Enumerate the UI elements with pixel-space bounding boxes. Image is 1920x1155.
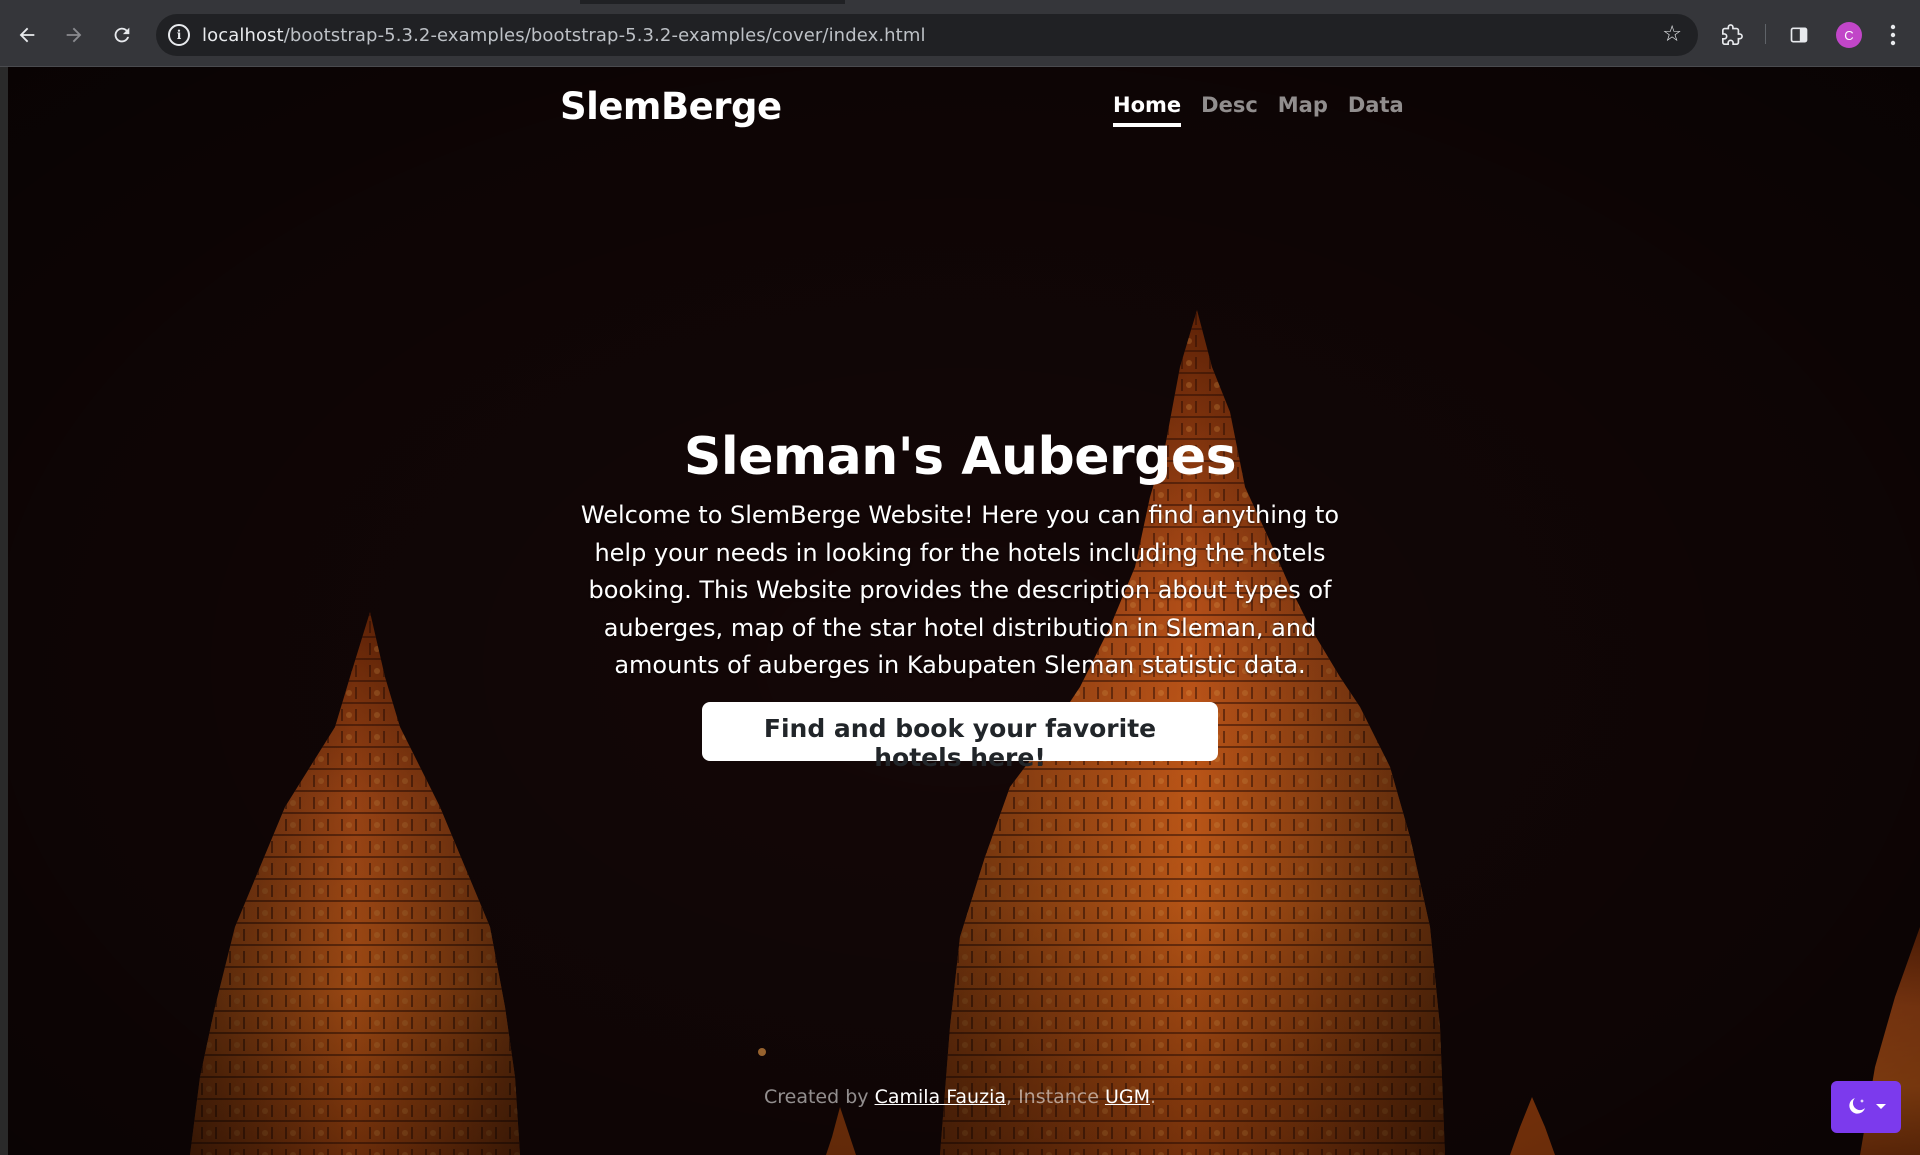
tab-edge bbox=[845, 0, 1920, 4]
info-icon[interactable]: i bbox=[168, 24, 190, 46]
reload-icon bbox=[114, 27, 130, 43]
star-icon[interactable]: ☆ bbox=[1662, 22, 1682, 46]
arrow-left-icon bbox=[19, 27, 35, 43]
main-nav: Home Desc Map Data bbox=[1113, 93, 1404, 127]
profile-avatar[interactable]: C bbox=[1836, 22, 1862, 48]
browser-menu-button[interactable] bbox=[1875, 17, 1911, 53]
cover-page: SlemBerge Home Desc Map Data Sleman's Au… bbox=[0, 67, 1920, 1155]
footer-suffix: . bbox=[1149, 1086, 1157, 1108]
puzzle-icon bbox=[1722, 24, 1743, 45]
url-path: /bootstrap-5.3.2-examples/bootstrap-5.3.… bbox=[283, 24, 926, 46]
footer-middle: , Instance bbox=[1006, 1086, 1105, 1108]
reload-button[interactable] bbox=[104, 17, 140, 53]
page-edge bbox=[0, 67, 8, 1155]
footer-prefix: Created by bbox=[763, 1086, 875, 1108]
footer: Created by Camila Fauzia, Instance UGM. bbox=[560, 1086, 1360, 1108]
kebab-menu-icon bbox=[1890, 24, 1896, 46]
author-link[interactable]: Camila Fauzia bbox=[875, 1086, 1006, 1108]
tab-edge bbox=[0, 0, 580, 4]
institution-link[interactable]: UGM bbox=[1105, 1086, 1150, 1108]
hero-title: Sleman's Auberges bbox=[683, 427, 1237, 487]
hero-section: Sleman's Auberges Welcome to SlemBerge W… bbox=[560, 427, 1360, 772]
nav-link-home[interactable]: Home bbox=[1113, 93, 1182, 127]
moon-stars-icon bbox=[1849, 1098, 1865, 1114]
side-panel-icon bbox=[1790, 27, 1808, 43]
forward-button[interactable] bbox=[56, 17, 92, 53]
hero-lead: Welcome to SlemBerge Website! Here you c… bbox=[580, 501, 1340, 679]
site-brand[interactable]: SlemBerge bbox=[560, 85, 782, 128]
book-hotels-button[interactable]: Find and book your favorite hotels here! bbox=[702, 701, 1218, 772]
nav-link-data[interactable]: Data bbox=[1348, 93, 1404, 127]
address-bar[interactable]: i localhost/bootstrap-5.3.2-examples/boo… bbox=[156, 14, 1698, 56]
nav-link-map[interactable]: Map bbox=[1278, 93, 1328, 127]
side-panel-button[interactable] bbox=[1781, 17, 1817, 53]
nav-link-desc[interactable]: Desc bbox=[1201, 93, 1258, 127]
toolbar-divider bbox=[1765, 24, 1766, 44]
url-host: localhost bbox=[202, 24, 284, 46]
browser-toolbar: i localhost/bootstrap-5.3.2-examples/boo… bbox=[0, 0, 1920, 67]
caret-down-icon bbox=[1876, 1104, 1886, 1109]
extensions-button[interactable] bbox=[1714, 17, 1750, 53]
theme-toggle-button[interactable] bbox=[1831, 1081, 1901, 1133]
arrow-right-icon bbox=[66, 27, 82, 43]
back-button[interactable] bbox=[9, 17, 45, 53]
url-text[interactable]: localhost/bootstrap-5.3.2-examples/boots… bbox=[202, 25, 926, 46]
